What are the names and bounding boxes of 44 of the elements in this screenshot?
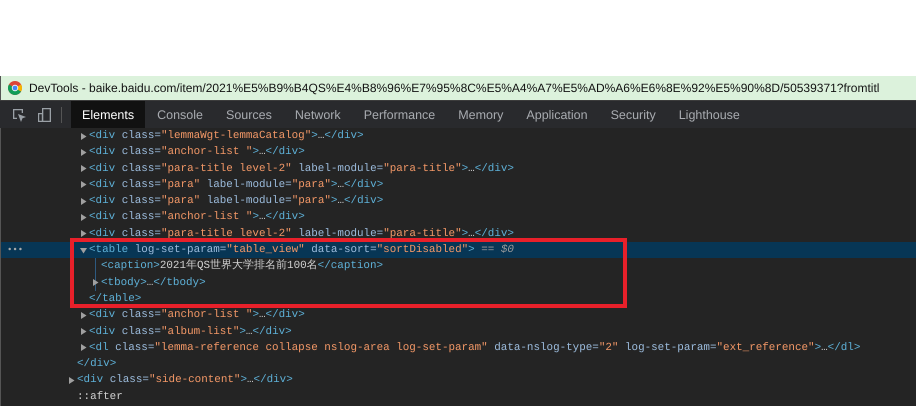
window-title: DevTools - baike.baidu.com/item/2021%E5%B9%B4QS%E4%B8%96%E7%95%8C%E5%A4%A7%E5%AD%A6%E6%8E%92%E5%90%8D/50539371?fromtitl	[29, 81, 880, 95]
panel-tab[interactable]: Performance	[352, 101, 446, 128]
code-line: <div class="para" label-module="para">…</div>	[89, 195, 384, 208]
code-line: <div class="anchor-list ">…</div>	[89, 211, 305, 224]
code-line: <div class="para" label-module="para">…</div>	[89, 178, 384, 191]
panel-tab[interactable]: Application	[515, 101, 599, 128]
code-line: <table log-set-param="table_view" data-sort="sortDisabled"> == $0	[89, 244, 514, 256]
inspect-icon[interactable]	[11, 106, 27, 122]
code-line: <div class="side-content">…</div>	[77, 374, 293, 386]
collapsed-triangle-icon[interactable]	[80, 344, 87, 352]
code-line: <dl class="lemma-reference collapse nslog-area log-set-param" data-nslog-type="2" log-set-param="ext_reference">…</dl>	[89, 342, 860, 354]
code-line: <div class="album-list">…</div>	[89, 326, 292, 338]
code-line: </table>	[89, 292, 142, 305]
browser-logo-icon	[8, 81, 22, 95]
collapsed-triangle-icon[interactable]	[80, 230, 87, 238]
collapsed-triangle-icon[interactable]	[80, 148, 87, 156]
expanded-triangle-icon[interactable]	[80, 246, 87, 254]
code-line: </div>	[77, 358, 116, 370]
code-line: ::after	[77, 390, 123, 403]
code-line: <tbody>…</tbody>	[101, 276, 206, 289]
panel-tab[interactable]: Elements	[71, 101, 146, 128]
more-button[interactable]: •••	[7, 242, 24, 258]
code-line: <div class="para-title level-2" label-module="para-title">…</div>	[89, 162, 514, 175]
code-line: <div class="anchor-list ">…</div>	[89, 146, 305, 158]
panel-tab[interactable]: Console	[146, 101, 214, 128]
panel-tab[interactable]: Memory	[447, 101, 514, 128]
collapsed-triangle-icon[interactable]	[92, 279, 99, 286]
collapsed-triangle-icon[interactable]	[80, 328, 87, 336]
collapsed-triangle-icon[interactable]	[80, 132, 87, 140]
collapsed-triangle-icon[interactable]	[68, 376, 75, 384]
panel-tab[interactable]: Sources	[214, 101, 283, 128]
device-toggle-icon[interactable]	[37, 106, 53, 122]
code-line: <caption>2021年QS世界大学排名前100名</caption>	[101, 260, 384, 272]
panel-tab[interactable]: Security	[600, 101, 667, 128]
panel-tab[interactable]: Network	[284, 101, 352, 128]
code-line: <div class="lemmaWgt-lemmaCatalog">…</div>	[89, 130, 364, 142]
collapsed-triangle-icon[interactable]	[80, 214, 87, 221]
panel-tab[interactable]: Lighthouse	[668, 101, 751, 128]
code-line: <div class="anchor-list ">…</div>	[89, 309, 305, 322]
collapsed-triangle-icon[interactable]	[80, 198, 87, 205]
collapsed-triangle-icon[interactable]	[80, 165, 87, 172]
code-line: <div class="para-title level-2" label-module="para-title">…</div>	[89, 228, 514, 240]
collapsed-triangle-icon[interactable]	[80, 312, 87, 319]
collapsed-triangle-icon[interactable]	[80, 181, 87, 188]
